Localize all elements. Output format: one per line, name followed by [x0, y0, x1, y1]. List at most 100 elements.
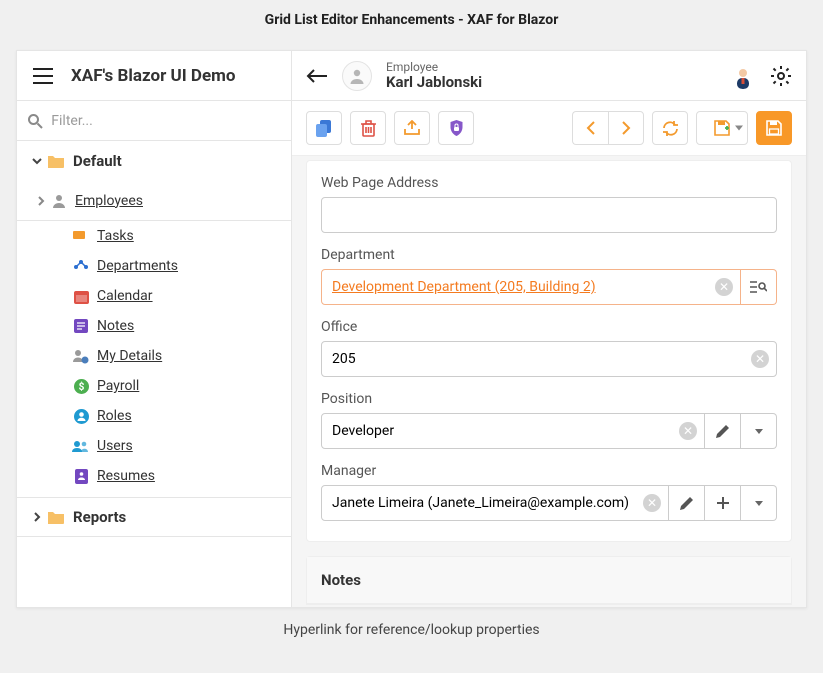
sidebar-item-roles[interactable]: Roles [17, 401, 291, 431]
resumes-icon [71, 469, 91, 484]
field-label: Position [321, 391, 777, 407]
position-dropdown-button[interactable] [741, 413, 777, 449]
main-pane: Employee Karl Jablonski [292, 51, 806, 607]
field-manager: Manager ✕ [321, 463, 777, 521]
folder-icon [47, 154, 65, 168]
page-heading: Grid List Editor Enhancements - XAF for … [0, 0, 823, 50]
refresh-button[interactable] [652, 111, 688, 145]
plus-icon [716, 496, 730, 510]
calendar-icon [71, 289, 91, 304]
sidebar-topbar: XAF's Blazor UI Demo [17, 51, 291, 101]
app-title: XAF's Blazor UI Demo [71, 66, 235, 86]
sidebar-item-label: Tasks [97, 228, 134, 244]
settings-button[interactable] [770, 65, 792, 87]
export-button[interactable] [394, 111, 430, 145]
save-menu-button[interactable] [696, 111, 748, 145]
field-label: Office [321, 319, 777, 335]
position-edit-button[interactable] [705, 413, 741, 449]
record-type: Employee [386, 61, 482, 73]
office-input[interactable] [321, 341, 777, 377]
person-icon [51, 193, 67, 209]
record-type-avatar [342, 61, 372, 91]
sidebar: XAF's Blazor UI Demo Default [17, 51, 292, 607]
manager-edit-button[interactable] [669, 485, 705, 521]
field-department: Department ✕ [321, 247, 777, 305]
toolbar [292, 101, 806, 156]
hamburger-menu-button[interactable] [25, 64, 61, 88]
department-input[interactable] [321, 269, 741, 305]
clear-button[interactable]: ✕ [679, 422, 697, 440]
save-button[interactable] [756, 111, 792, 145]
group-default[interactable]: Default [17, 141, 291, 181]
shield-lock-icon [449, 120, 464, 137]
sidebar-item-payroll[interactable]: $ Payroll [17, 371, 291, 401]
manager-add-button[interactable] [705, 485, 741, 521]
notes-header: Notes [307, 557, 791, 604]
tasks-icon [71, 230, 91, 243]
position-input[interactable] [321, 413, 705, 449]
field-position: Position ✕ [321, 391, 777, 449]
sidebar-item-label: Departments [97, 258, 178, 274]
group-default-label: Default [73, 152, 122, 170]
chevron-down-icon [27, 155, 47, 167]
notes-card: Notes [306, 556, 792, 605]
duplicate-button[interactable] [306, 111, 342, 145]
manager-input[interactable] [321, 485, 669, 521]
save-icon [766, 120, 782, 136]
sidebar-item-departments[interactable]: Departments [17, 251, 291, 281]
clear-button[interactable]: ✕ [643, 494, 661, 512]
refresh-icon [662, 121, 679, 136]
sidebar-filter-input[interactable] [51, 113, 281, 129]
sidebar-item-notes[interactable]: Notes [17, 311, 291, 341]
web-page-address-input[interactable] [321, 197, 777, 233]
search-icon [27, 113, 43, 129]
group-reports[interactable]: Reports [17, 497, 291, 537]
person-icon [348, 67, 366, 85]
svg-text:$: $ [78, 380, 84, 393]
sidebar-item-employees[interactable]: Employees [17, 181, 291, 221]
sidebar-item-label: Users [97, 438, 133, 454]
breadcrumb: Employee Karl Jablonski [386, 61, 482, 91]
pencil-icon [679, 496, 694, 511]
search-list-icon [750, 280, 767, 295]
chevron-right-icon [621, 121, 631, 135]
clear-button[interactable]: ✕ [751, 350, 769, 368]
field-label: Department [321, 247, 777, 263]
chevron-right-icon [27, 511, 47, 523]
export-icon [403, 120, 421, 136]
sidebar-item-resumes[interactable]: Resumes [17, 461, 291, 491]
department-search-button[interactable] [741, 269, 777, 305]
my-details-icon [71, 349, 91, 364]
next-record-button[interactable] [608, 111, 644, 145]
record-name: Karl Jablonski [386, 73, 482, 91]
avatar-icon [731, 65, 755, 89]
gear-icon [770, 65, 792, 87]
current-user-avatar[interactable] [730, 63, 756, 89]
pencil-icon [715, 424, 730, 439]
sidebar-item-users[interactable]: Users [17, 431, 291, 461]
manager-dropdown-button[interactable] [741, 485, 777, 521]
caret-down-icon [755, 429, 763, 434]
permissions-button[interactable] [438, 111, 474, 145]
save-new-icon [714, 120, 730, 136]
sidebar-item-tasks[interactable]: Tasks [17, 221, 291, 251]
clear-button[interactable]: ✕ [715, 278, 733, 296]
sidebar-item-label: Employees [75, 193, 143, 209]
sidebar-item-calendar[interactable]: Calendar [17, 281, 291, 311]
delete-button[interactable] [350, 111, 386, 145]
field-label: Manager [321, 463, 777, 479]
sidebar-item-label: Resumes [97, 468, 155, 484]
group-reports-label: Reports [73, 508, 126, 526]
sidebar-filter[interactable] [17, 101, 291, 141]
field-label: Web Page Address [321, 175, 777, 191]
duplicate-icon [316, 120, 333, 137]
caret-down-icon [755, 501, 763, 506]
arrow-left-icon [306, 68, 328, 84]
sidebar-item-my-details[interactable]: My Details [17, 341, 291, 371]
sidebar-item-label: Notes [97, 318, 134, 334]
prev-record-button[interactable] [572, 111, 608, 145]
back-button[interactable] [306, 68, 328, 84]
form-area[interactable]: Web Page Address Department ✕ [292, 156, 806, 607]
sidebar-item-label: Roles [97, 408, 132, 424]
details-card: Web Page Address Department ✕ [306, 160, 792, 542]
